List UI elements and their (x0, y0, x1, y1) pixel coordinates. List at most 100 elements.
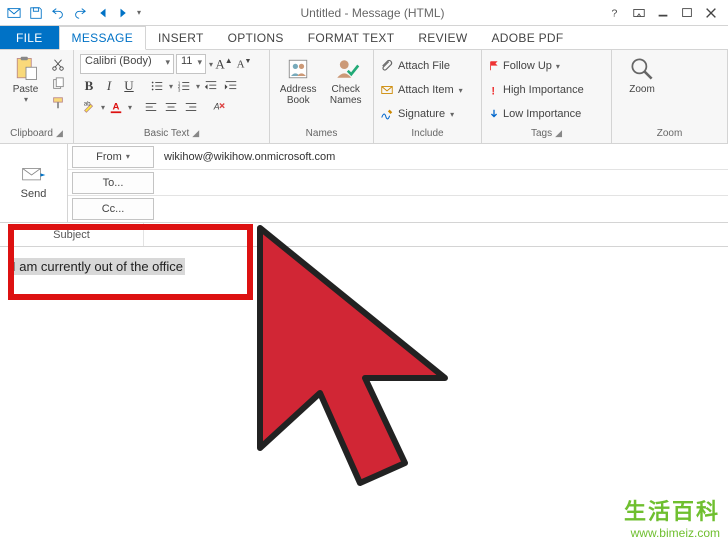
svg-text:A: A (113, 102, 120, 113)
watermark: 生活百科 www.bimeiz.com (624, 494, 720, 540)
attach-file-button[interactable]: Attach File (380, 56, 463, 76)
font-size-select[interactable]: 11 (176, 54, 206, 74)
high-importance-button[interactable]: ! High Importance (488, 80, 584, 100)
group-clipboard: Paste ▾ Clipboard◢ (0, 50, 74, 143)
dialog-launcher-icon[interactable]: ◢ (192, 128, 199, 139)
undo-icon[interactable] (48, 3, 68, 23)
dialog-launcher-icon[interactable]: ◢ (555, 128, 562, 139)
cc-button[interactable]: Cc... (72, 198, 154, 220)
minimize-icon[interactable] (652, 3, 674, 23)
group-tags-label: Tags (531, 128, 552, 139)
format-painter-icon[interactable] (49, 94, 67, 112)
group-include-label: Include (411, 128, 443, 139)
send-button[interactable]: Send (0, 144, 68, 222)
cc-row: Cc... (68, 196, 728, 222)
font-color-icon[interactable]: A (107, 98, 125, 116)
low-importance-label: Low Importance (503, 108, 581, 120)
group-zoom-label: Zoom (657, 128, 683, 139)
increase-indent-icon[interactable] (222, 77, 240, 95)
close-icon[interactable] (700, 3, 722, 23)
body-text: I am currently out of the office (10, 258, 185, 275)
group-tags: Follow Up▾ ! High Importance Low Importa… (482, 50, 612, 143)
message-body[interactable]: I am currently out of the office (0, 247, 728, 286)
tab-insert[interactable]: INSERT (146, 26, 216, 49)
follow-up-button[interactable]: Follow Up▾ (488, 56, 584, 76)
underline-button[interactable]: U (120, 78, 138, 94)
tab-adobe-pdf[interactable]: ADOBE PDF (479, 26, 575, 49)
to-row: To... (68, 170, 728, 196)
highlight-icon[interactable]: ab (80, 98, 98, 116)
quick-access-toolbar: ▾ (0, 3, 141, 23)
zoom-label: Zoom (629, 84, 655, 95)
paste-label: Paste (13, 84, 39, 95)
redo-icon[interactable] (70, 3, 90, 23)
send-label: Send (21, 188, 47, 200)
paste-button[interactable]: Paste ▾ (6, 52, 45, 105)
grow-font-icon[interactable]: A▲ (215, 56, 233, 72)
window-title: Untitled - Message (HTML) (141, 6, 604, 20)
check-names-label: Check Names (324, 84, 367, 106)
bullets-icon[interactable] (148, 77, 166, 95)
ribbon-display-icon[interactable] (628, 3, 650, 23)
align-center-icon[interactable] (162, 98, 180, 116)
attach-item-label: Attach Item (398, 84, 454, 96)
svg-text:3: 3 (178, 87, 181, 92)
italic-button[interactable]: I (100, 78, 118, 94)
bold-button[interactable]: B (80, 78, 98, 94)
align-left-icon[interactable] (142, 98, 160, 116)
group-names-label: Names (306, 128, 338, 139)
ribbon-tabs: FILE MESSAGE INSERT OPTIONS FORMAT TEXT … (0, 26, 728, 50)
next-icon[interactable] (114, 3, 134, 23)
group-names: Address Book Check Names Names (270, 50, 374, 143)
attach-file-label: Attach File (398, 60, 450, 72)
title-bar: ▾ Untitled - Message (HTML) ? (0, 0, 728, 26)
align-right-icon[interactable] (182, 98, 200, 116)
maximize-icon[interactable] (676, 3, 698, 23)
svg-text:A: A (213, 102, 220, 112)
tab-message[interactable]: MESSAGE (59, 26, 146, 50)
check-names-button[interactable]: Check Names (324, 52, 367, 106)
from-button[interactable]: From▾ (72, 146, 154, 168)
signature-button[interactable]: Signature▾ (380, 104, 463, 124)
attach-item-button[interactable]: Attach Item▾ (380, 80, 463, 100)
svg-text:ab: ab (84, 100, 91, 107)
clear-formatting-icon[interactable]: A (210, 98, 228, 116)
ribbon: Paste ▾ Clipboard◢ Calibri (Body) 11 ▾ A… (0, 50, 728, 144)
dialog-launcher-icon[interactable]: ◢ (56, 128, 63, 139)
tab-review[interactable]: REVIEW (406, 26, 479, 49)
font-name-select[interactable]: Calibri (Body) (80, 54, 174, 74)
tab-options[interactable]: OPTIONS (216, 26, 296, 49)
address-book-button[interactable]: Address Book (276, 52, 320, 106)
follow-up-label: Follow Up (503, 60, 552, 72)
decrease-indent-icon[interactable] (202, 77, 220, 95)
group-include: Attach File Attach Item▾ Signature▾ Incl… (374, 50, 482, 143)
signature-label: Signature (398, 108, 445, 120)
previous-icon[interactable] (92, 3, 112, 23)
compose-header: Send From▾ wikihow@wikihow.onmicrosoft.c… (0, 144, 728, 223)
tab-file[interactable]: FILE (0, 26, 59, 49)
window-controls: ? (604, 3, 728, 23)
zoom-button[interactable]: Zoom (618, 52, 666, 95)
group-basic-text: Calibri (Body) 11 ▾ A▲ A▼ B I U ▾ 123 ▾ (74, 50, 270, 143)
app-icon[interactable] (4, 3, 24, 23)
watermark-url: www.bimeiz.com (624, 526, 720, 540)
group-clipboard-label: Clipboard (10, 128, 53, 139)
tab-format-text[interactable]: FORMAT TEXT (296, 26, 407, 49)
copy-icon[interactable] (49, 75, 67, 93)
subject-label: Subject (0, 223, 144, 246)
to-button[interactable]: To... (72, 172, 154, 194)
svg-text:?: ? (612, 7, 618, 19)
numbering-icon[interactable]: 123 (175, 77, 193, 95)
low-importance-button[interactable]: Low Importance (488, 104, 584, 124)
svg-text:!: ! (491, 85, 495, 96)
save-icon[interactable] (26, 3, 46, 23)
group-zoom: Zoom Zoom (612, 50, 728, 143)
subject-row: Subject (0, 223, 728, 247)
help-icon[interactable]: ? (604, 3, 626, 23)
cut-icon[interactable] (49, 56, 67, 74)
high-importance-label: High Importance (503, 84, 584, 96)
watermark-text: 生活百科 (624, 494, 720, 526)
from-value: wikihow@wikihow.onmicrosoft.com (158, 151, 728, 163)
from-row: From▾ wikihow@wikihow.onmicrosoft.com (68, 144, 728, 170)
shrink-font-icon[interactable]: A▼ (235, 58, 253, 71)
